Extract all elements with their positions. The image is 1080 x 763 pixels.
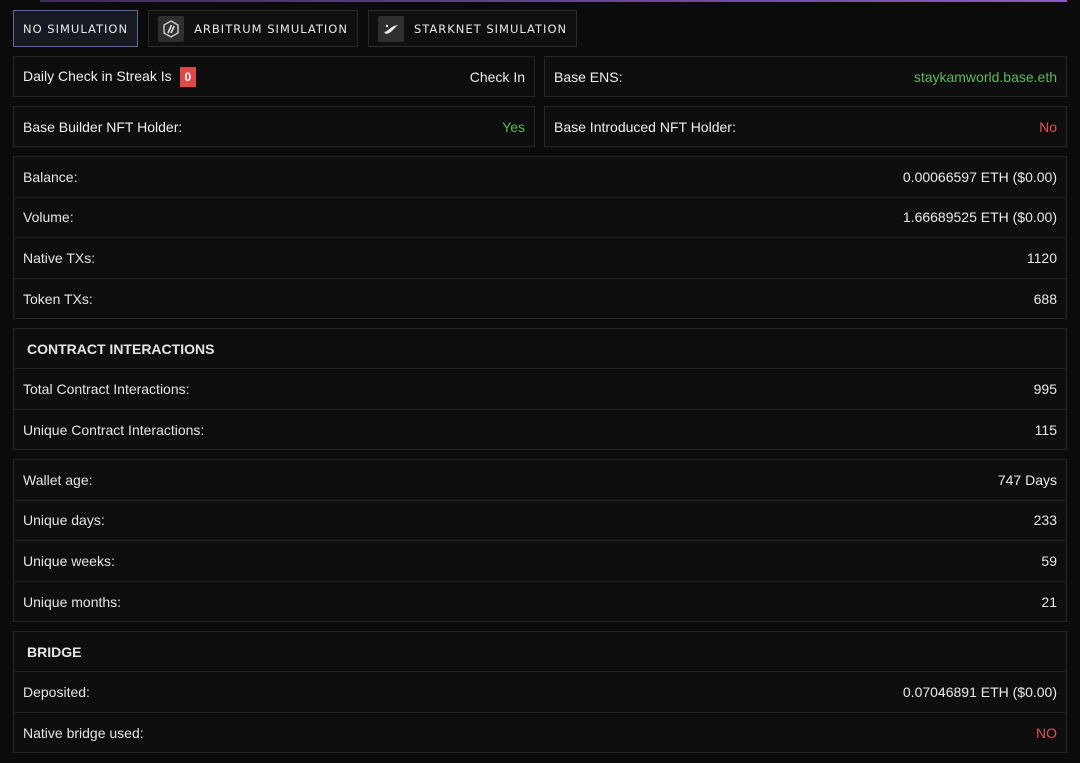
stat-label: Volume:: [23, 209, 74, 226]
stat-row-native-txs: Native TXs: 1120: [14, 238, 1066, 279]
stat-label: Balance:: [23, 168, 78, 185]
tab-label: ARBITRUM SIMULATION: [194, 21, 348, 36]
stat-value: 1120: [1026, 249, 1057, 266]
activity-label: Wallet age:: [23, 471, 93, 488]
ens-card: Base ENS: staykamworld.base.eth: [544, 56, 1067, 97]
bridge-value: 0.07046891 ETH ($0.00): [902, 683, 1057, 700]
starknet-icon: [377, 15, 404, 42]
activity-label: Unique weeks:: [23, 552, 115, 569]
stat-label: Native TXs:: [23, 249, 96, 266]
stat-row-volume: Volume: 1.66689525 ETH ($0.00): [14, 198, 1066, 238]
builder-nft-label: Base Builder NFT Holder:: [23, 118, 183, 135]
stat-label: Token TXs:: [23, 290, 93, 307]
stat-row-balance: Balance: 0.00066597 ETH ($0.00): [14, 157, 1066, 198]
check-in-button[interactable]: Check In: [470, 69, 525, 85]
tab-arbitrum-simulation[interactable]: ARBITRUM SIMULATION: [148, 10, 358, 47]
introduced-nft-value: No: [1039, 118, 1057, 135]
wallet-stats-card: Balance: 0.00066597 ETH ($0.00) Volume: …: [13, 156, 1067, 319]
tab-starknet-simulation[interactable]: STARKNET SIMULATION: [367, 10, 578, 47]
streak-count-badge: 0: [179, 66, 197, 87]
ens-value: staykamworld.base.eth: [913, 68, 1057, 85]
bridge-row-native-bridge: Native bridge used: NO: [14, 713, 1066, 754]
contract-row-total: Total Contract Interactions: 995: [14, 369, 1066, 410]
activity-row-unique-days: Unique days: 233: [14, 501, 1066, 541]
checkin-streak-label: Daily Check in Streak Is: [23, 67, 172, 84]
checkin-label-group: Daily Check in Streak Is 0: [23, 66, 197, 87]
activity-value: 233: [1033, 512, 1057, 529]
activity-label: Unique days:: [23, 512, 105, 529]
bridge-card: BRIDGE Deposited: 0.07046891 ETH ($0.00)…: [13, 631, 1067, 753]
bridge-row-deposited: Deposited: 0.07046891 ETH ($0.00): [14, 672, 1066, 713]
activity-value: 59: [1041, 552, 1057, 569]
bridge-label: Deposited:: [23, 683, 90, 700]
bridge-title: BRIDGE: [14, 632, 1066, 672]
activity-card: Wallet age: 747 Days Unique days: 233 Un…: [13, 459, 1067, 622]
tab-no-simulation[interactable]: NO SIMULATION: [13, 10, 139, 47]
bridge-label: Native bridge used:: [23, 724, 144, 741]
tab-label: STARKNET SIMULATION: [413, 21, 568, 36]
contract-value: 115: [1034, 421, 1057, 438]
activity-row-unique-months: Unique months: 21: [14, 582, 1066, 623]
tab-label: NO SIMULATION: [23, 21, 129, 36]
introduced-nft-label: Base Introduced NFT Holder:: [554, 118, 736, 135]
builder-nft-card: Base Builder NFT Holder: Yes: [13, 106, 535, 147]
stat-value: 688: [1033, 290, 1057, 307]
activity-value: 747 Days: [997, 471, 1057, 488]
builder-nft-value: Yes: [502, 118, 525, 135]
contract-label: Unique Contract Interactions:: [23, 421, 205, 438]
activity-value: 21: [1041, 593, 1057, 610]
introduced-nft-card: Base Introduced NFT Holder: No: [544, 106, 1067, 147]
contract-interactions-title: CONTRACT INTERACTIONS: [14, 329, 1066, 369]
stat-value: 0.00066597 ETH ($0.00): [902, 168, 1057, 185]
checkin-card: Daily Check in Streak Is 0 Check In: [13, 56, 535, 97]
contract-interactions-card: CONTRACT INTERACTIONS Total Contract Int…: [13, 328, 1067, 450]
contract-label: Total Contract Interactions:: [23, 380, 190, 397]
activity-row-unique-weeks: Unique weeks: 59: [14, 541, 1066, 582]
top-accent-line: [40, 0, 1067, 2]
stat-row-token-txs: Token TXs: 688: [14, 279, 1066, 320]
stat-value: 1.66689525 ETH ($0.00): [902, 209, 1057, 226]
activity-label: Unique months:: [23, 593, 122, 610]
ens-label: Base ENS:: [554, 68, 623, 85]
arbitrum-icon: [158, 15, 185, 42]
contract-value: 995: [1033, 380, 1057, 397]
contract-row-unique: Unique Contract Interactions: 115: [14, 410, 1066, 451]
activity-row-wallet-age: Wallet age: 747 Days: [14, 460, 1066, 501]
bridge-value: NO: [1036, 724, 1057, 741]
simulation-tabs: NO SIMULATION ARBITRUM SIMULATION STARKN…: [13, 10, 578, 47]
